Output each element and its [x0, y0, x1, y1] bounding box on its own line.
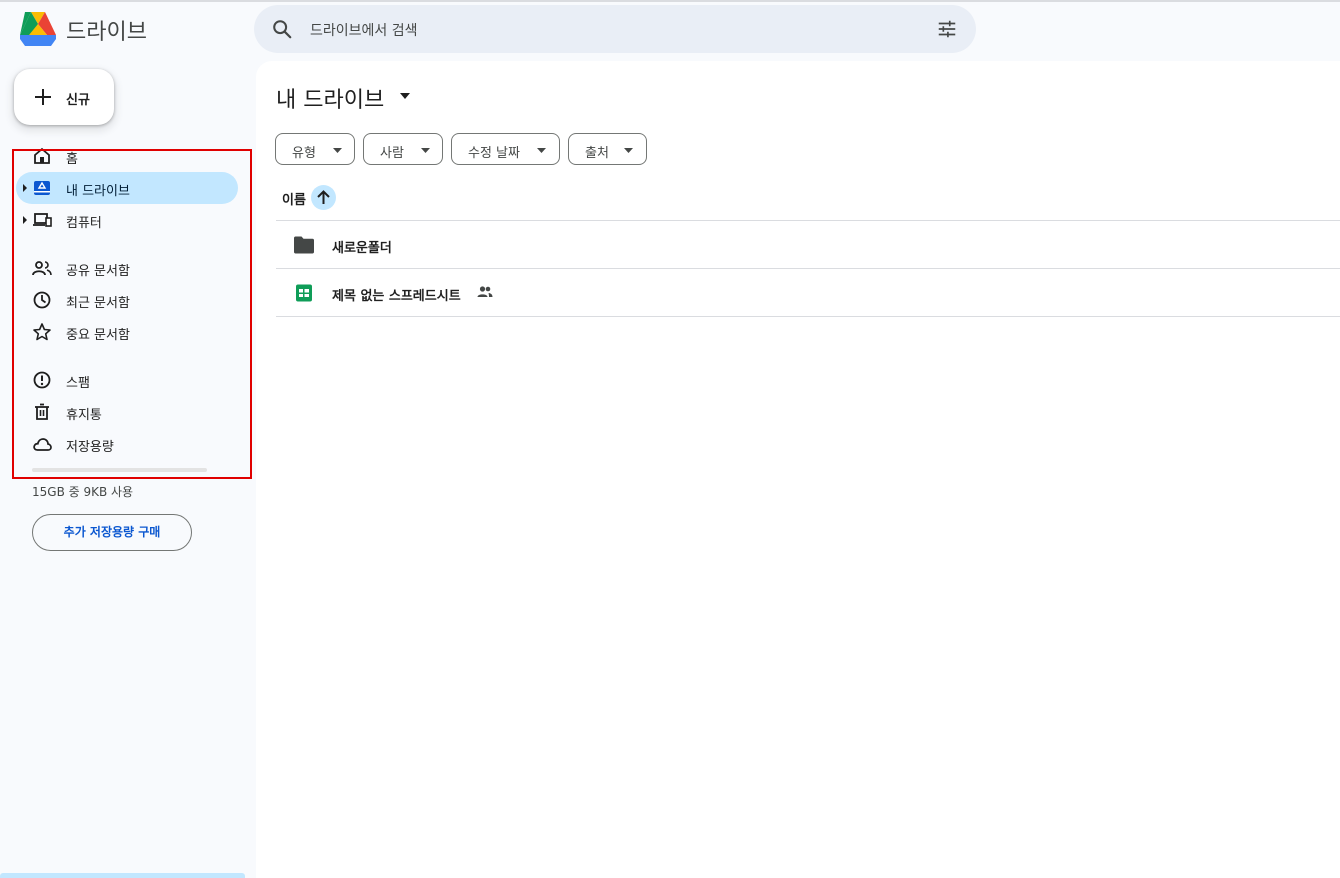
filter-type-chip[interactable]: 유형 [275, 133, 355, 165]
highlight-box [12, 149, 252, 479]
arrow-up-icon [317, 190, 330, 204]
chevron-down-icon[interactable] [400, 93, 410, 99]
filter-people-chip[interactable]: 사람 [363, 133, 443, 165]
file-name[interactable]: 제목 없는 스프레드시트 [332, 285, 461, 304]
plus-icon [35, 89, 51, 105]
page-title[interactable]: 내 드라이브 [276, 82, 384, 114]
name-column-header[interactable]: 이름 [282, 189, 306, 208]
search-input[interactable]: 드라이브에서 검색 [310, 20, 418, 40]
file-row[interactable]: 새로운폴더 [276, 221, 1340, 268]
dropdown-arrow-icon [624, 148, 633, 153]
dropdown-arrow-icon [537, 148, 546, 153]
table-divider [276, 316, 1340, 317]
filter-source-chip[interactable]: 출처 [568, 133, 647, 165]
app-title[interactable]: 드라이브 [66, 14, 147, 46]
main-panel: 내 드라이브 유형 사람 수정 날짜 출처 이름 새로운폴더 제목 없는 스프레… [256, 61, 1340, 878]
search-icon[interactable] [271, 18, 293, 40]
sort-ascending-button[interactable] [311, 185, 336, 210]
folder-icon [294, 236, 314, 254]
bottom-status-strip [0, 873, 245, 878]
dropdown-arrow-icon [421, 148, 430, 153]
dropdown-arrow-icon [333, 148, 342, 153]
search-options-icon[interactable] [936, 18, 958, 40]
filter-chip-label: 수정 날짜 [468, 146, 520, 161]
drive-logo-icon[interactable] [18, 10, 58, 48]
shared-icon [477, 286, 493, 297]
file-row[interactable]: 제목 없는 스프레드시트 [276, 269, 1340, 316]
storage-usage-text: 15GB 중 9KB 사용 [32, 485, 134, 499]
filter-modified-chip[interactable]: 수정 날짜 [451, 133, 560, 165]
top-border [0, 0, 1340, 2]
new-button[interactable]: 신규 [14, 69, 114, 125]
buy-storage-button[interactable]: 추가 저장용량 구매 [32, 514, 192, 551]
filter-chip-label: 사람 [380, 146, 404, 161]
new-button-label: 신규 [66, 93, 90, 108]
sheets-icon [296, 284, 312, 302]
filter-chip-label: 유형 [292, 146, 316, 161]
filter-chip-label: 출처 [585, 146, 609, 161]
search-bar[interactable]: 드라이브에서 검색 [254, 5, 976, 53]
file-name[interactable]: 새로운폴더 [332, 237, 392, 256]
